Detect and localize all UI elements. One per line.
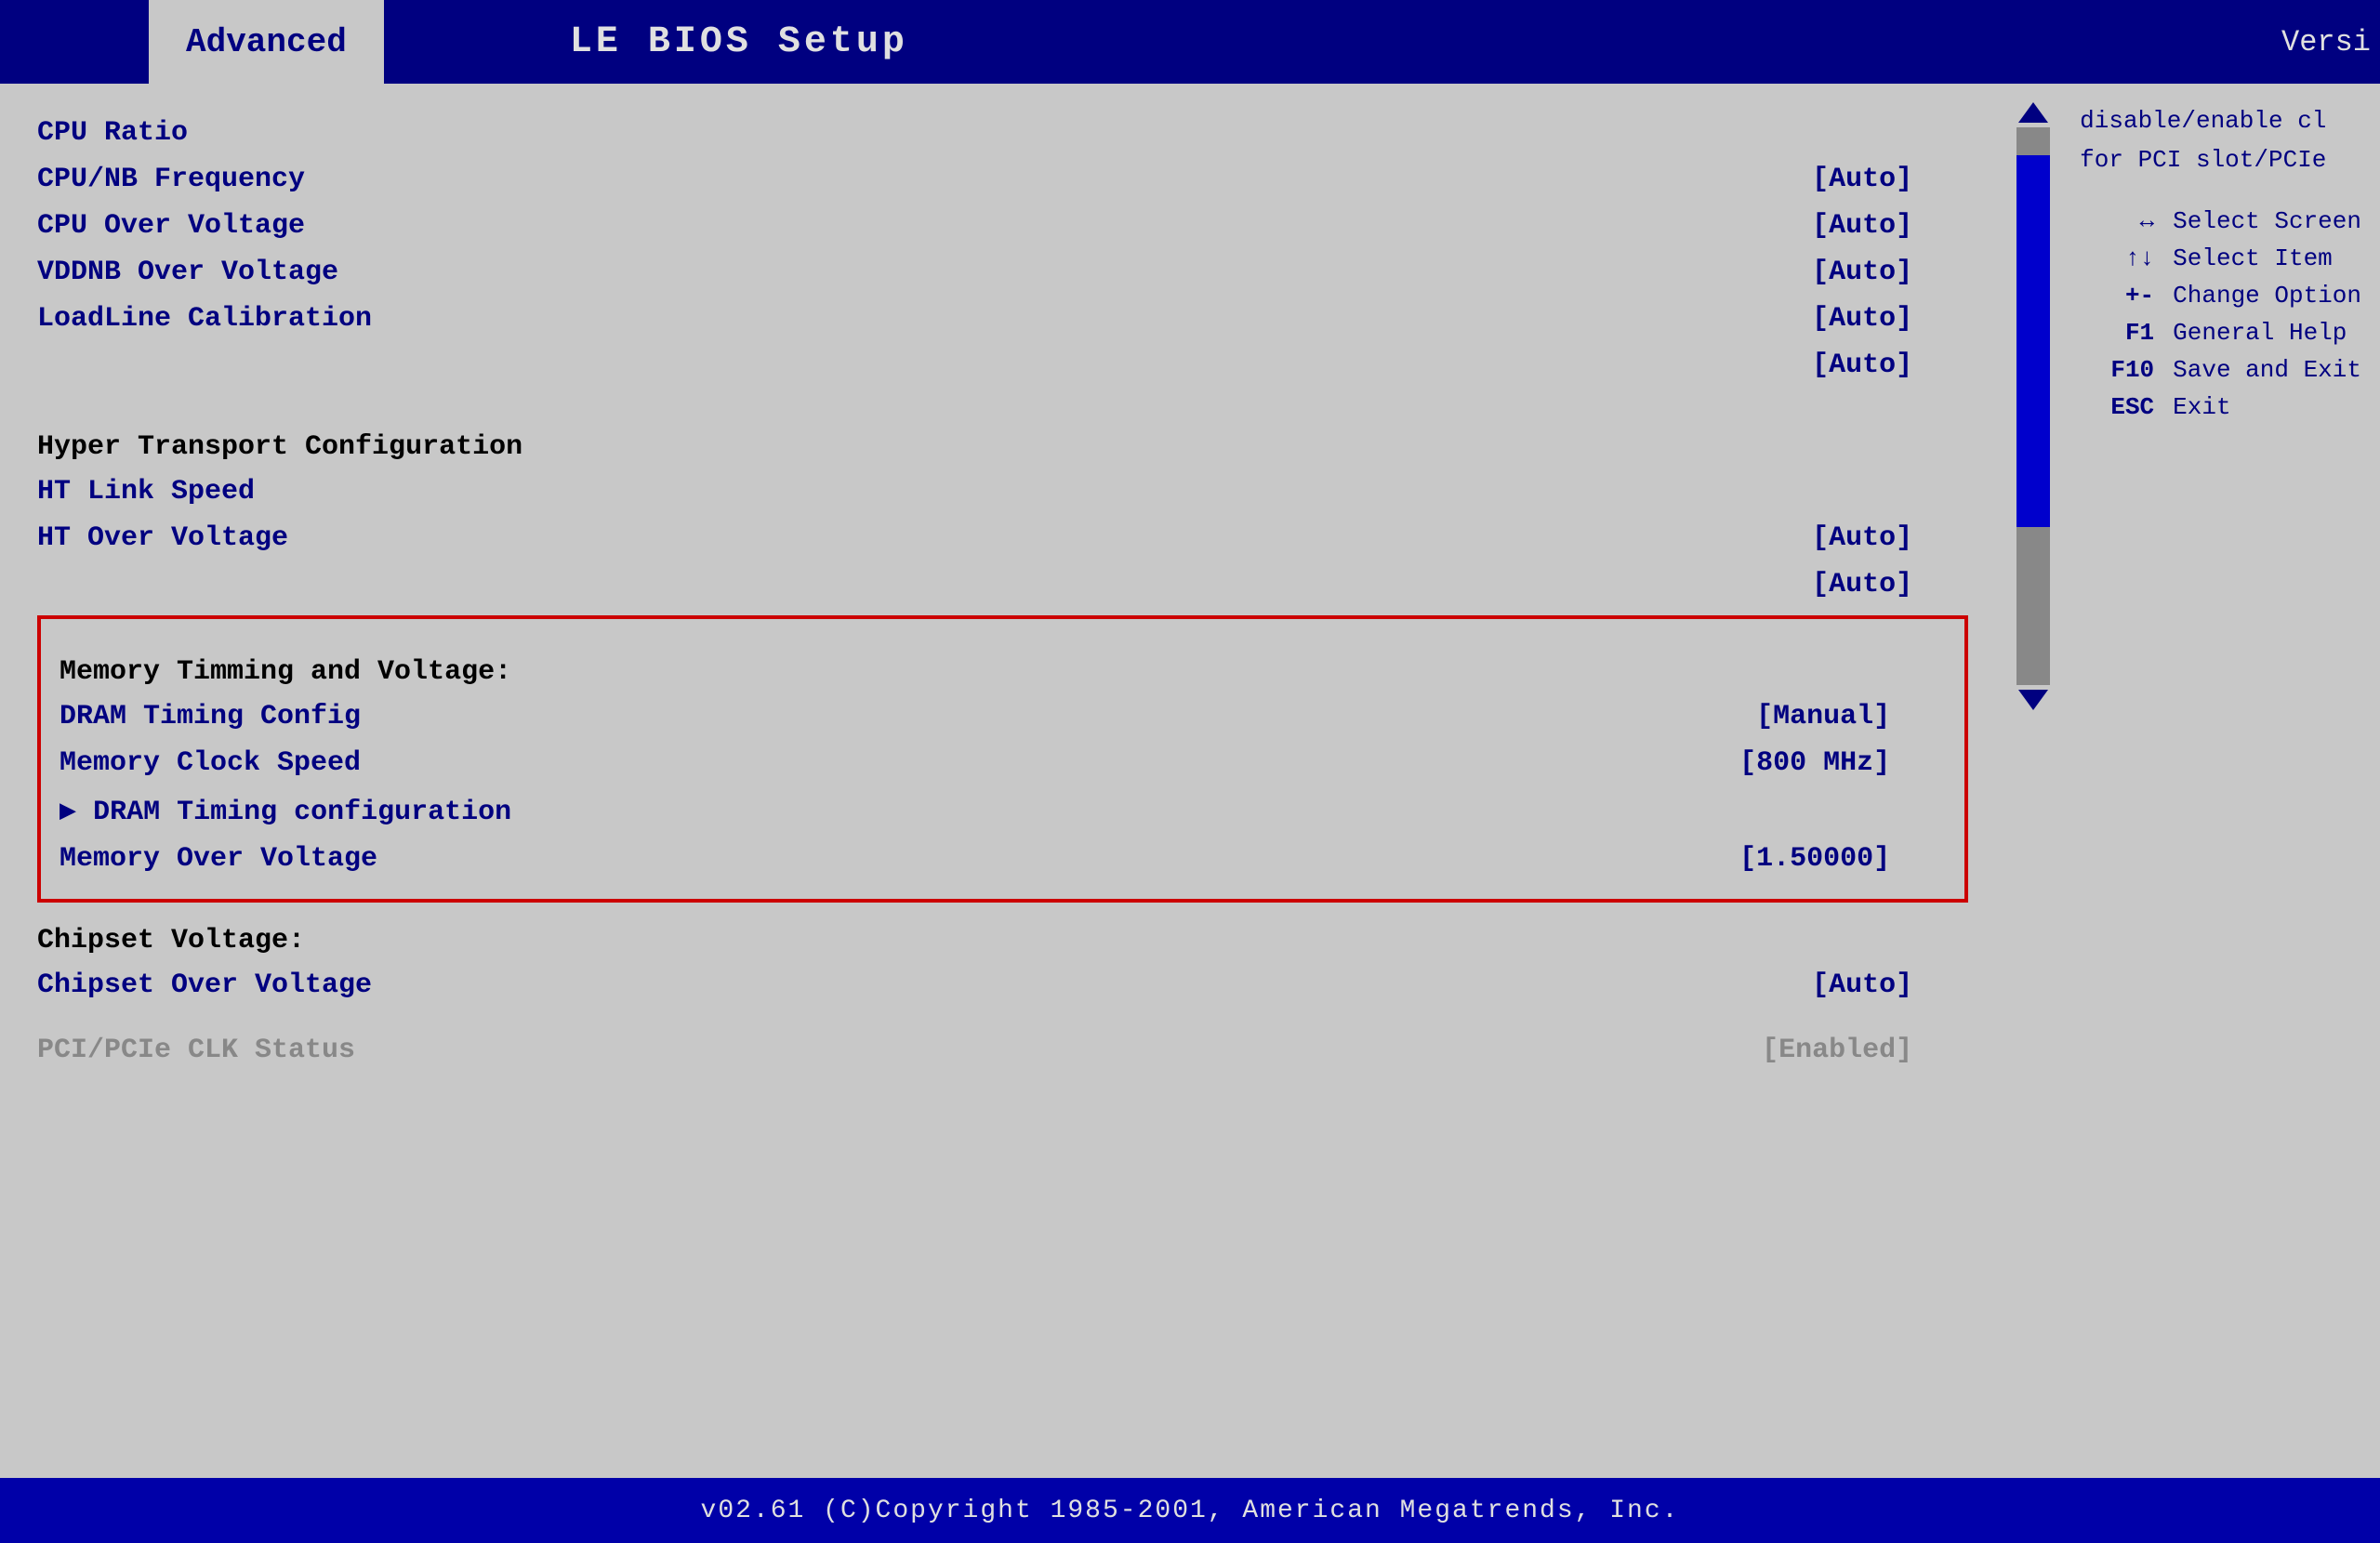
version-label: Versi [2281,0,2380,84]
chipset-section-header: Chipset Voltage: [37,925,1968,956]
memory-section: Memory Timming and Voltage: DRAM Timing … [37,615,1968,903]
ht-extra-item: [Auto] [37,563,1968,606]
ht-section-header: Hyper Transport Configuration [37,431,1968,463]
scroll-up-arrow[interactable] [2018,102,2048,123]
help-panel: disable/enable cl for PCI slot/PCIe ↔ Se… [2061,84,2380,1478]
help-row-select-item: ↑↓ Select Item [2080,244,2361,272]
ht-link-speed-item[interactable]: HT Link Speed [37,470,1968,513]
help-row-save-exit: F10 Save and Exit [2080,356,2361,384]
help-row-general-help: F1 General Help [2080,319,2361,347]
chipset-over-voltage-item[interactable]: Chipset Over Voltage [Auto] [37,964,1968,1007]
cpu-over-voltage-item[interactable]: CPU Over Voltage [Auto] [37,204,1968,247]
menu-panel: CPU Ratio CPU/NB Frequency [Auto] CPU Ov… [0,84,2005,1478]
loadline-calibration-value-item[interactable]: [Auto] [37,344,1968,387]
dram-timing-config-sub-item[interactable]: ▶ DRAM Timing configuration [60,788,1946,834]
memory-over-voltage-item[interactable]: Memory Over Voltage [1.50000] [60,837,1946,880]
memory-section-header: Memory Timming and Voltage: [60,656,1946,688]
scroll-down-arrow[interactable] [2018,690,2048,710]
vddnb-over-voltage-item[interactable]: VDDNB Over Voltage [Auto] [37,251,1968,294]
header-bar: Advanced LE BIOS Setup Versi [0,0,2380,84]
memory-clock-speed-item[interactable]: Memory Clock Speed [800 MHz] [60,742,1946,785]
cpu-ratio-item[interactable]: CPU Ratio [37,112,1968,154]
main-content: CPU Ratio CPU/NB Frequency [Auto] CPU Ov… [0,84,2380,1478]
help-description: disable/enable cl for PCI slot/PCIe [2080,102,2361,179]
footer: v02.61 (C)Copyright 1985-2001, American … [0,1478,2380,1543]
dram-timing-config-item[interactable]: DRAM Timing Config [Manual] [60,695,1946,738]
bios-screen: Advanced LE BIOS Setup Versi CPU Ratio C… [0,0,2380,1543]
cpu-nb-freq-item[interactable]: CPU/NB Frequency [Auto] [37,158,1968,201]
help-row-exit: ESC Exit [2080,393,2361,421]
advanced-tab-label: Advanced [186,23,347,61]
pci-pcie-clk-item[interactable]: PCI/PCIe CLK Status [Enabled] [37,1029,1968,1072]
ht-over-voltage-item[interactable]: HT Over Voltage [Auto] [37,517,1968,560]
scrollbar-track [2016,127,2050,685]
bios-title: LE BIOS Setup [570,0,908,84]
help-row-change-option: +- Change Option [2080,282,2361,310]
loadline-calibration-item[interactable]: LoadLine Calibration [Auto] [37,297,1968,340]
right-section: disable/enable cl for PCI slot/PCIe ↔ Se… [2005,84,2380,1478]
advanced-tab[interactable]: Advanced [149,0,384,84]
scrollbar-thumb[interactable] [2016,155,2050,527]
help-row-select-screen: ↔ Select Screen [2080,207,2361,235]
